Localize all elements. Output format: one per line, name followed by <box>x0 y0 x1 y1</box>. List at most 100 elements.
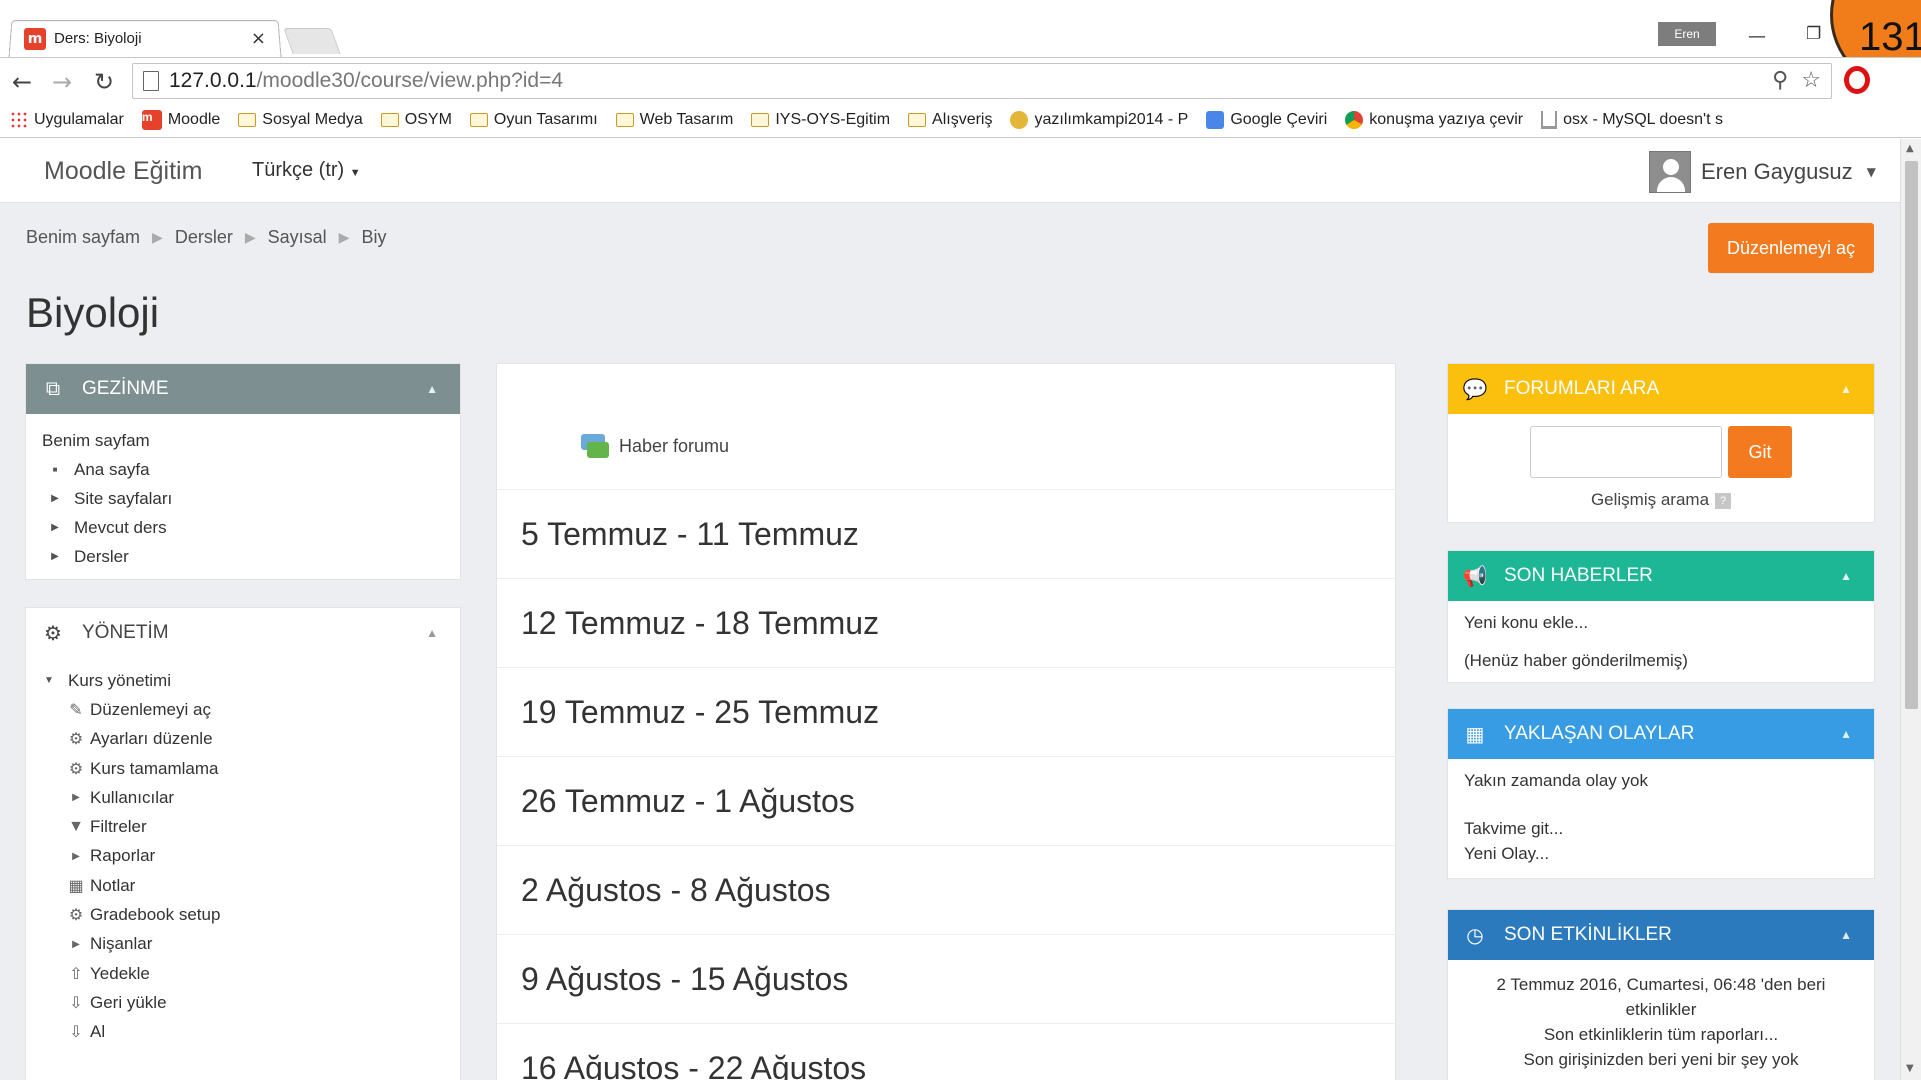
breadcrumb-separator-icon: ▶ <box>338 229 350 245</box>
breadcrumb-item[interactable]: Sayısal <box>268 227 327 248</box>
collapse-icon[interactable]: ▲ <box>1840 382 1852 396</box>
nav-item-ana-sayfa[interactable]: ■ Ana sayfa <box>42 455 444 484</box>
nothing-new-text: Son girişinizden beri yeni bir şey yok <box>1523 1050 1799 1069</box>
recent-activity-header[interactable]: ◷ SON ETKİNLİKLER ▲ <box>1448 910 1874 960</box>
week-section[interactable]: 2 Ağustos - 8 Ağustos <box>497 846 1395 935</box>
new-event-link[interactable]: Yeni Olay... <box>1464 844 1858 864</box>
admin-item[interactable]: ▶ Kullanıcılar <box>42 783 444 812</box>
page-scrollbar[interactable]: ▲ ▼ <box>1900 139 1921 1080</box>
administration-block-body: ▼ Kurs yönetimi ✎ Düzenlemeyi aç ⚙ Ayarları… <box>26 658 460 1059</box>
admin-item[interactable]: ⚙ Ayarları düzenle <box>42 725 444 754</box>
forward-arrow-icon[interactable]: → <box>52 68 72 96</box>
site-brand[interactable]: Moodle Eğitim <box>44 157 202 186</box>
bullet-icon: ■ <box>52 465 58 474</box>
minimize-icon[interactable]: — <box>1748 26 1766 47</box>
forum-search-button[interactable]: Git <box>1728 426 1792 478</box>
scroll-up-icon[interactable]: ▲ <box>1906 143 1914 154</box>
admin-item[interactable]: ▼ Filtreler <box>42 812 444 841</box>
administration-block-header[interactable]: ⚙ YÖNETİM ▲ <box>26 608 460 658</box>
bookmark-folder-iys[interactable]: IYS-OYS-Egitim <box>751 111 890 129</box>
bookmark-folder-oyun-tasarimi[interactable]: Oyun Tasarımı <box>469 111 598 129</box>
bookmark-folder-alisveris[interactable]: Alışveriş <box>908 111 992 129</box>
zoom-icon[interactable]: ⚲ <box>1772 68 1788 93</box>
forum-search-input[interactable] <box>1530 426 1722 478</box>
scroll-thumb[interactable] <box>1905 161 1918 709</box>
admin-item[interactable]: ⇩ Al <box>42 1018 444 1047</box>
bookmark-folder-sosyal-medya[interactable]: Sosyal Medya <box>238 111 363 129</box>
nav-item-site-sayfalari[interactable]: ▶ Site sayfaları <box>42 484 444 513</box>
bookmark-label: osx - MySQL doesn't s <box>1563 111 1723 128</box>
bookmark-folder-osym[interactable]: OSYM <box>380 111 452 129</box>
breadcrumb-separator-icon: ▶ <box>152 229 163 245</box>
browser-tab-bar: m Ders: Biyoloji × Eren — ❐ 131 <box>0 0 1921 90</box>
bookmark-label: Web Tasarım <box>639 111 734 128</box>
news-forum-link[interactable]: Haber forumu <box>619 436 729 457</box>
url-input[interactable]: 127.0.0.1/moodle30/course/view.php?id=4 … <box>132 63 1832 99</box>
bookmark-apps[interactable]: Uygulamalar <box>10 111 124 129</box>
language-menu[interactable]: Türkçe (tr) ▼ <box>252 159 361 182</box>
collapse-icon[interactable]: ▲ <box>426 626 438 640</box>
download-icon: ⇩ <box>69 1024 83 1042</box>
nav-item-benim-sayfam[interactable]: Benim sayfam <box>42 426 444 455</box>
admin-item[interactable]: ⇩ Geri yükle <box>42 988 444 1017</box>
reload-icon[interactable]: ↻ <box>94 68 114 96</box>
admin-item[interactable]: ⇧ Yedekle <box>42 959 444 988</box>
admin-item-label: Ayarları düzenle <box>90 729 213 749</box>
breadcrumb-item[interactable]: Biy <box>361 227 386 248</box>
collapse-icon[interactable]: ▲ <box>1840 569 1852 583</box>
bookmark-star-icon[interactable]: ☆ <box>1801 68 1821 93</box>
latest-news-block: 📢 SON HABERLER ▲ Yeni konu ekle... (Henü… <box>1447 550 1875 683</box>
bookmark-folder-web-tasarim[interactable]: Web Tasarım <box>615 111 734 129</box>
user-menu[interactable]: Eren Gaygusuz ▼ <box>1649 151 1876 193</box>
week-section[interactable]: 19 Temmuz - 25 Temmuz <box>497 668 1395 757</box>
bookmark-moodle[interactable]: m Moodle <box>141 110 220 130</box>
moodle-page: Moodle Eğitim Türkçe (tr) ▼ Eren Gaygusu… <box>0 139 1900 1080</box>
nav-item-dersler[interactable]: ▶ Dersler <box>42 542 444 571</box>
add-topic-link[interactable]: Yeni konu ekle... <box>1464 613 1858 651</box>
back-arrow-icon[interactable]: ← <box>12 68 32 96</box>
breadcrumb-item[interactable]: Dersler <box>175 227 233 248</box>
bookmark-label: IYS-OYS-Egitim <box>775 111 891 128</box>
advanced-search-link[interactable]: Gelişmiş arama <box>1591 490 1709 509</box>
full-activity-report-link[interactable]: Son etkinliklerin tüm raporları... <box>1464 1022 1858 1047</box>
admin-item[interactable]: ▶ Raporlar <box>42 842 444 871</box>
bookmark-konusma[interactable]: konuşma yazıya çevir <box>1345 111 1523 129</box>
week-section[interactable]: 26 Temmuz - 1 Ağustos <box>497 757 1395 846</box>
scroll-down-icon[interactable]: ▼ <box>1906 1063 1914 1074</box>
search-forums-header[interactable]: 💬 FORUMLARI ARA ▲ <box>1448 364 1874 414</box>
week-section[interactable]: 9 Ağustos - 15 Ağustos <box>497 935 1395 1024</box>
week-section[interactable]: 12 Temmuz - 18 Temmuz <box>497 579 1395 668</box>
collapse-icon[interactable]: ▲ <box>426 382 438 396</box>
browser-tab[interactable]: m Ders: Biyoloji × <box>14 20 276 57</box>
url-path: /moodle30/course/view.php?id=4 <box>256 69 564 92</box>
go-to-calendar-link[interactable]: Takvime git... <box>1464 819 1858 844</box>
help-icon[interactable]: ? <box>1715 492 1732 509</box>
admin-item[interactable]: ✎ Düzenlemeyi aç <box>42 695 444 724</box>
admin-item[interactable]: ⚙ Kurs tamamlama <box>42 754 444 783</box>
tab-close-icon[interactable]: × <box>251 28 266 49</box>
admin-item[interactable]: ▦ Notlar <box>42 871 444 900</box>
new-tab-button[interactable] <box>283 28 341 54</box>
turn-editing-on-button[interactable]: Düzenlemeyi aç <box>1708 223 1874 273</box>
admin-item-kurs-yonetimi[interactable]: ▼ Kurs yönetimi <box>42 666 444 695</box>
breadcrumb-item[interactable]: Benim sayfam <box>26 227 140 248</box>
profile-chip[interactable]: Eren <box>1658 22 1716 46</box>
week-section[interactable]: 16 Ağustos - 22 Ağustos <box>497 1024 1395 1080</box>
admin-item[interactable]: ⚙ Gradebook setup <box>42 900 444 929</box>
collapse-icon[interactable]: ▲ <box>1840 928 1852 942</box>
bookmark-stackoverflow[interactable]: osx - MySQL doesn't s <box>1541 111 1723 129</box>
bookmark-yazilimkampi[interactable]: yazılımkampi2014 - P <box>1010 111 1188 129</box>
upcoming-events-header[interactable]: ▦ YAKLAŞAN OLAYLAR ▲ <box>1448 709 1874 759</box>
bookmark-google-ceviri[interactable]: Google Çeviri <box>1206 111 1327 129</box>
week-section[interactable]: 5 Temmuz - 11 Temmuz <box>497 490 1395 579</box>
navigation-block-header[interactable]: ⧉ GEZİNME ▲ <box>26 364 460 414</box>
url-host: 127.0.0.1 <box>169 69 257 92</box>
admin-item[interactable]: ▶ Nişanlar <box>42 930 444 959</box>
activity-since-text: 2 Temmuz 2016, Cumartesi, 06:48 'den ber… <box>1496 975 1826 1019</box>
nav-item-mevcut-ders[interactable]: ▶ Mevcut ders <box>42 513 444 542</box>
latest-news-header[interactable]: 📢 SON HABERLER ▲ <box>1448 551 1874 601</box>
collapse-icon[interactable]: ▲ <box>1840 727 1852 741</box>
restore-icon[interactable]: ❐ <box>1806 24 1821 44</box>
user-name: Eren Gaygusuz <box>1701 159 1853 184</box>
extension-icon[interactable] <box>1844 66 1870 94</box>
